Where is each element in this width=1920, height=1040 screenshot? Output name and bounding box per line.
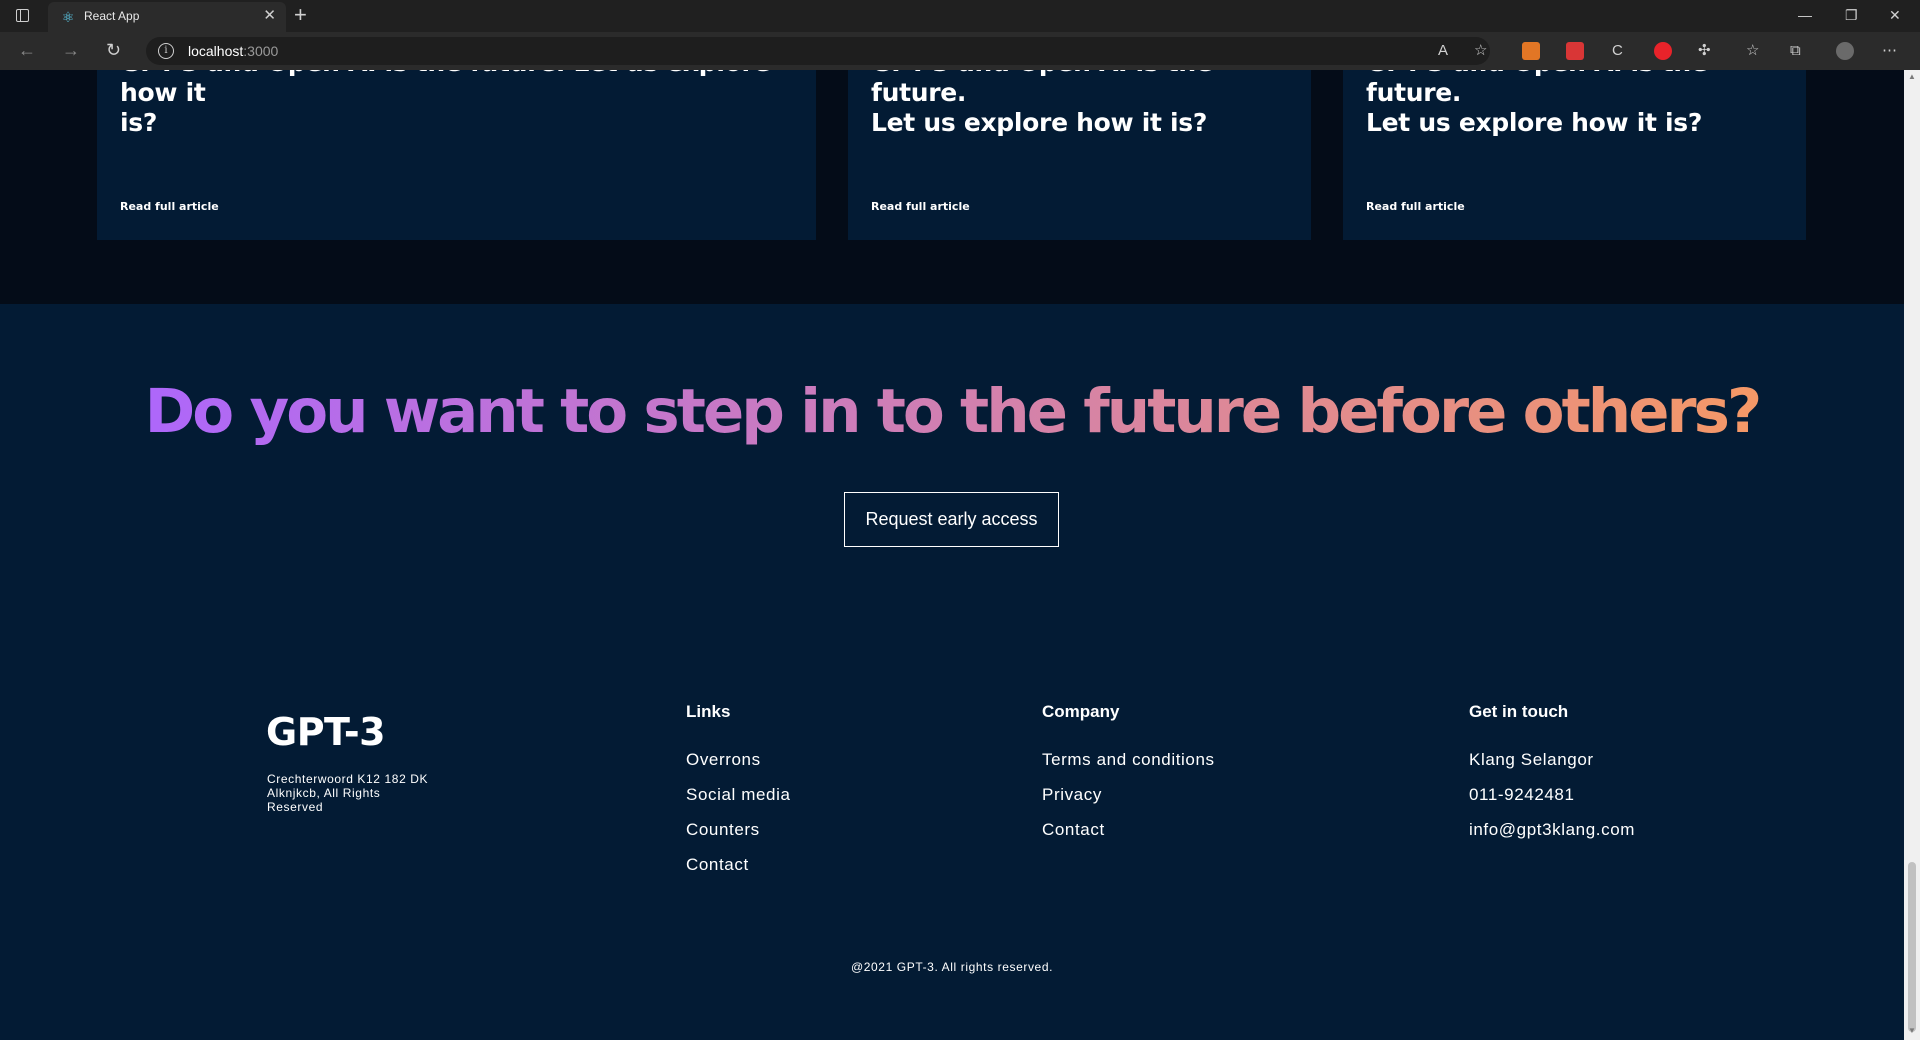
footer-contact-location: Klang Selangor bbox=[1469, 750, 1594, 769]
tab-actions-icon[interactable] bbox=[14, 8, 32, 24]
collections-icon[interactable]: ⧉ bbox=[1790, 41, 1801, 61]
footer-contact-email[interactable]: info@gpt3klang.com bbox=[1469, 820, 1635, 839]
cta-heading: Do you want to step in to the future bef… bbox=[0, 372, 1904, 452]
footer-link-company-contact[interactable]: Contact bbox=[1042, 820, 1215, 839]
address-bar[interactable]: i localhost:3000 bbox=[146, 37, 1490, 65]
footer-link-counters[interactable]: Counters bbox=[686, 820, 791, 839]
metamask-extension-icon[interactable] bbox=[1522, 42, 1540, 60]
refresh-icon[interactable]: ↻ bbox=[106, 40, 121, 60]
favorites-icon[interactable]: ☆ bbox=[1746, 41, 1759, 61]
minimize-icon[interactable]: — bbox=[1798, 6, 1812, 24]
footer-contact-phone: 011-9242481 bbox=[1469, 785, 1575, 804]
footer-link-overrons[interactable]: Overrons bbox=[686, 750, 791, 769]
read-article-link[interactable]: Read full article bbox=[120, 200, 219, 213]
restore-icon[interactable]: ❐ bbox=[1845, 6, 1858, 24]
settings-more-icon[interactable]: ⋯ bbox=[1882, 41, 1897, 61]
blog-card[interactable]: GPT-3 and Open AI is the future. Let us … bbox=[1343, 70, 1806, 240]
site-info-icon[interactable]: i bbox=[158, 43, 174, 59]
extension-c-icon[interactable]: C bbox=[1612, 41, 1623, 61]
footer-company-column: Company Terms and conditions Privacy Con… bbox=[1042, 702, 1215, 855]
footer-logo: GPT-3 bbox=[266, 710, 386, 754]
profile-avatar[interactable] bbox=[1836, 42, 1854, 60]
footer-address: Crechterwoord K12 182 DK Alknjkcb, All R… bbox=[267, 772, 429, 814]
address-url: localhost:3000 bbox=[188, 43, 279, 59]
footer-company-title: Company bbox=[1042, 702, 1120, 721]
request-early-access-button[interactable]: Request early access bbox=[844, 492, 1059, 547]
browser-tab-bar: ⚛ React App ✕ + — ❐ ✕ bbox=[0, 0, 1920, 32]
extensions-puzzle-icon[interactable]: ✣ bbox=[1698, 41, 1711, 61]
browser-tab[interactable]: ⚛ React App ✕ bbox=[48, 2, 286, 32]
forward-icon[interactable]: → bbox=[62, 40, 80, 60]
extension-red-icon[interactable] bbox=[1654, 42, 1672, 60]
footer-link-terms[interactable]: Terms and conditions bbox=[1042, 750, 1215, 769]
new-tab-icon[interactable]: + bbox=[294, 3, 307, 27]
close-tab-icon[interactable]: ✕ bbox=[263, 8, 276, 24]
footer-contact-column: Get in touch Klang Selangor 011-9242481 … bbox=[1469, 702, 1635, 855]
scrollbar-thumb[interactable] bbox=[1908, 862, 1916, 1032]
scroll-up-arrow-icon[interactable]: ▲ bbox=[1908, 72, 1916, 81]
read-aloud-icon[interactable]: A bbox=[1438, 41, 1448, 61]
footer-link-privacy[interactable]: Privacy bbox=[1042, 785, 1215, 804]
tab-title: React App bbox=[84, 9, 140, 23]
footer-link-contact[interactable]: Contact bbox=[686, 855, 791, 874]
close-window-icon[interactable]: ✕ bbox=[1889, 6, 1901, 24]
footer-link-social-media[interactable]: Social media bbox=[686, 785, 791, 804]
blog-card-title: GPT-3 and Open AI is the future. Let us … bbox=[120, 70, 771, 137]
back-icon[interactable]: ← bbox=[18, 40, 36, 60]
footer-links-title: Links bbox=[686, 702, 731, 721]
extension-icon[interactable] bbox=[1566, 42, 1584, 60]
blog-card-title: GPT-3 and Open AI is the future. Let us … bbox=[1366, 70, 1708, 137]
react-icon: ⚛ bbox=[61, 9, 75, 25]
page-scrollbar[interactable]: ▲ ▼ bbox=[1904, 70, 1920, 1040]
read-article-link[interactable]: Read full article bbox=[871, 200, 970, 213]
blog-section: GPT-3 and Open AI is the future. Let us … bbox=[0, 70, 1904, 304]
copyright-text: @2021 GPT-3. All rights reserved. bbox=[850, 960, 1054, 974]
scroll-down-arrow-icon[interactable]: ▼ bbox=[1908, 1026, 1916, 1035]
footer-links-column: Links Overrons Social media Counters Con… bbox=[686, 702, 791, 890]
blog-card[interactable]: GPT-3 and Open AI is the future. Let us … bbox=[848, 70, 1311, 240]
favorite-star-icon[interactable]: ☆ bbox=[1474, 41, 1487, 61]
blog-card-title: GPT-3 and Open AI is the future. Let us … bbox=[871, 70, 1213, 137]
blog-card[interactable]: GPT-3 and Open AI is the future. Let us … bbox=[97, 70, 816, 240]
footer-contact-title: Get in touch bbox=[1469, 702, 1569, 721]
read-article-link[interactable]: Read full article bbox=[1366, 200, 1465, 213]
browser-toolbar: ← → ↻ i localhost:3000 A ☆ C ✣ ☆ ⧉ ⋯ bbox=[0, 32, 1920, 70]
page-content: GPT-3 and Open AI is the future. Let us … bbox=[0, 70, 1904, 1040]
cta-footer-section: Do you want to step in to the future bef… bbox=[0, 304, 1904, 1040]
